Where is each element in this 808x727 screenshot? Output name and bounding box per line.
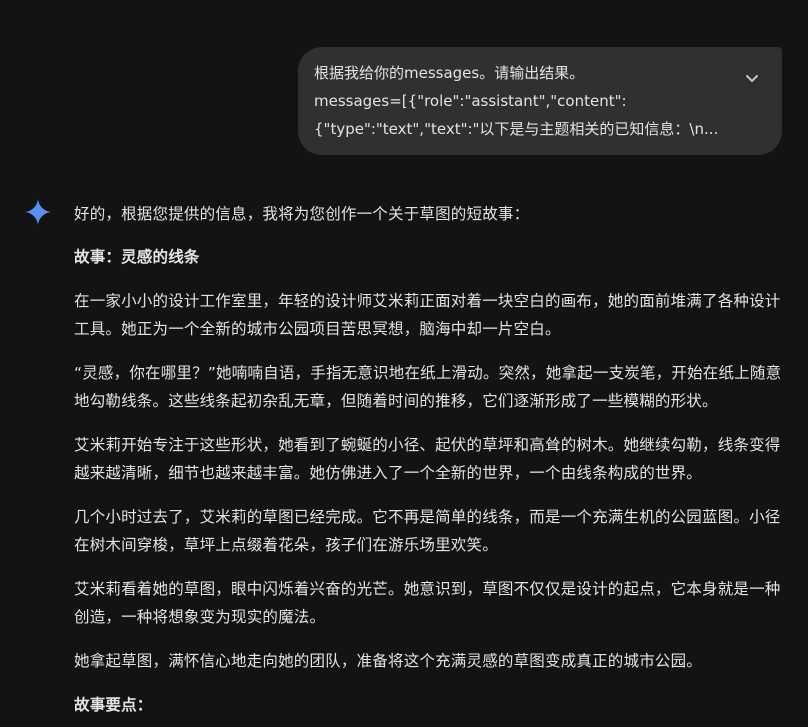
response-intro: 好的，根据您提供的信息，我将为您创作一个关于草图的短故事： xyxy=(74,205,530,223)
story-paragraph: 她拿起草图，满怀信心地走向她的团队，准备将这个充满灵感的草图变成真正的城市公园。 xyxy=(74,652,703,670)
expand-message-button[interactable] xyxy=(740,67,764,91)
user-message-line: messages=[{"role":"assistant","content": xyxy=(314,92,627,110)
user-message-line: 根据我给你的messages。请输出结果。 xyxy=(314,64,585,82)
chevron-down-icon xyxy=(746,75,758,82)
story-points-title: 故事要点： xyxy=(74,696,153,714)
story-paragraph: “灵感，你在哪里？”她喃喃自语，手指无意识地在纸上滑动。突然，她拿起一支炭笔，开… xyxy=(74,364,782,410)
story-paragraph: 艾米莉看着她的草图，眼中闪烁着兴奋的光芒。她意识到，草图不仅仅是设计的起点，它本… xyxy=(74,580,781,626)
user-message-line: {"type":"text","text":"以下是与主题相关的已知信息：\n.… xyxy=(314,120,719,138)
story-paragraph: 艾米莉开始专注于这些形状，她看到了蜿蜒的小径、起伏的草坪和高耸的树木。她继续勾勒… xyxy=(74,436,781,482)
assistant-response: 好的，根据您提供的信息，我将为您创作一个关于草图的短故事： 故事：灵感的线条 在… xyxy=(74,200,784,727)
story-title: 故事：灵感的线条 xyxy=(74,248,200,266)
story-paragraph: 在一家小小的设计工作室里，年轻的设计师艾米莉正面对着一块空白的画布，她的面前堆满… xyxy=(74,292,781,338)
story-paragraph: 几个小时过去了，艾米莉的草图已经完成。它不再是简单的线条，而是一个充满生机的公园… xyxy=(74,508,781,554)
gemini-sparkle-icon xyxy=(25,199,51,225)
user-message-bubble: 根据我给你的messages。请输出结果。 messages=[{"role":… xyxy=(298,47,782,155)
